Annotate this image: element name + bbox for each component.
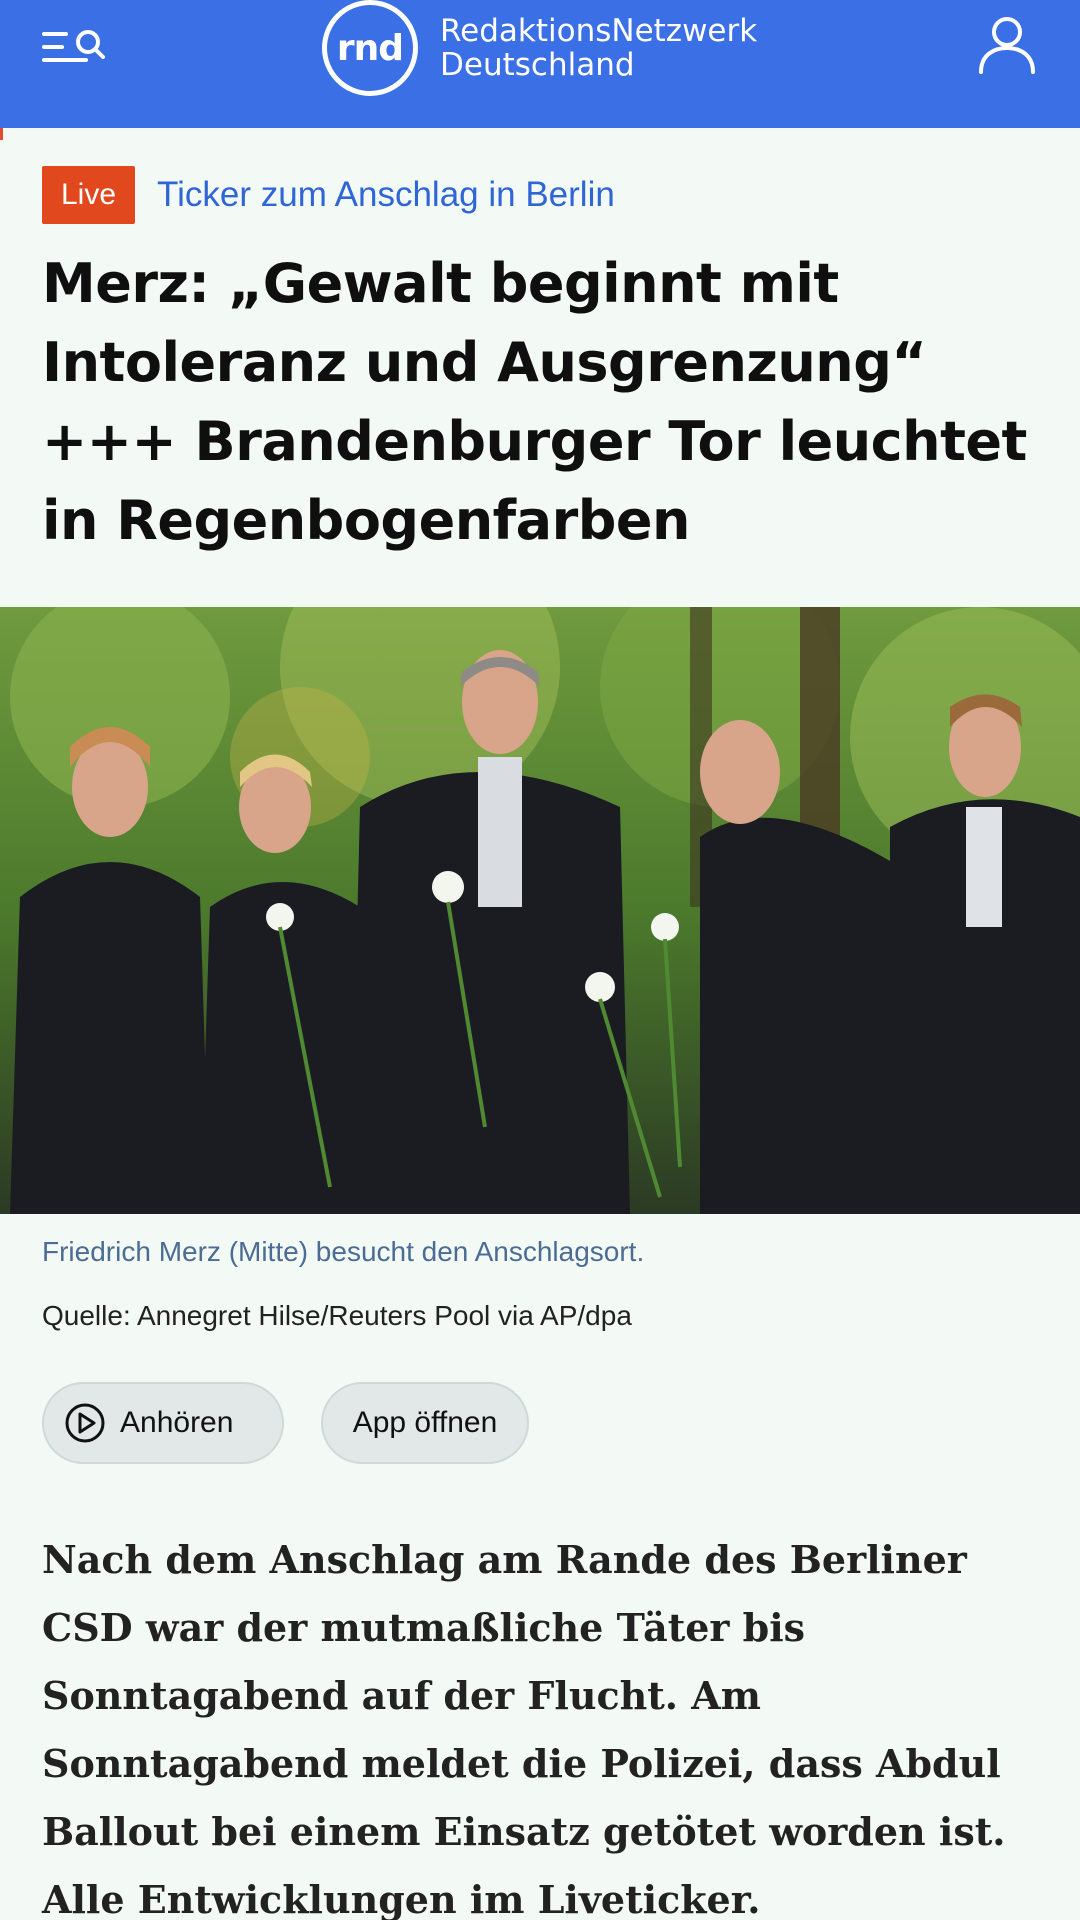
account-button[interactable] (976, 14, 1038, 76)
brand-logo[interactable]: rnd RedaktionsNetzwerk Deutschland (322, 0, 757, 96)
open-app-button-label: App öffnen (352, 1406, 498, 1439)
photo-source: Quelle: Annegret Hilse/Reuters Pool via … (42, 1300, 632, 1331)
ticker-link[interactable]: Ticker zum Anschlag in Berlin (157, 175, 615, 215)
listen-button[interactable]: Anhören (42, 1382, 284, 1464)
brand-name: RedaktionsNetzwerk Deutschland (440, 14, 757, 82)
menu-search-button[interactable] (40, 18, 106, 74)
brand-name-line2: Deutschland (440, 47, 635, 83)
menu-search-icon (42, 30, 105, 62)
play-circle-icon (65, 1403, 105, 1443)
listen-button-label: Anhören (120, 1406, 234, 1439)
logo-mark: rnd (322, 0, 418, 96)
article-photo[interactable] (0, 607, 1080, 1214)
brand-name-line1: RedaktionsNetzwerk (440, 13, 758, 49)
user-icon (979, 17, 1035, 74)
live-badge: Live (42, 166, 136, 224)
article-headline: Merz: „Gewalt beginnt mit Intoleranz und… (42, 252, 1027, 552)
article-lead: Nach dem Anschlag am Rande des Berliner … (42, 1537, 1006, 1920)
reading-progress-bar (0, 128, 3, 140)
photo-caption: Friedrich Merz (Mitte) besucht den Ansch… (42, 1236, 645, 1267)
top-app-bar: rnd RedaktionsNetzwerk Deutschland (0, 0, 1080, 128)
kicker: Live Ticker zum Anschlag in Berlin (42, 166, 615, 224)
open-app-button[interactable]: App öffnen (321, 1382, 529, 1464)
photo-illustration (0, 607, 1080, 1214)
